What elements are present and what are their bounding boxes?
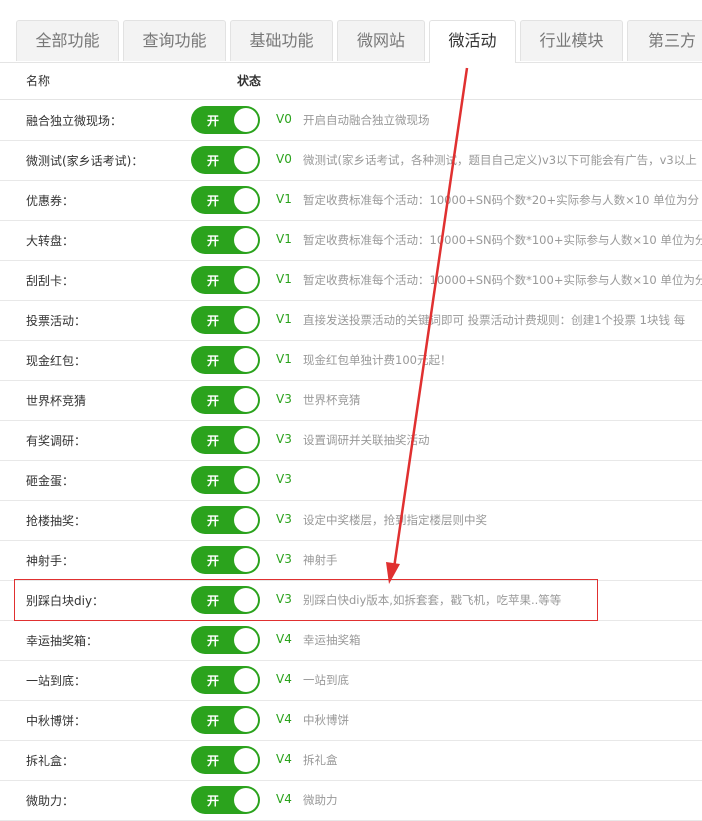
annotation-arrow — [386, 67, 469, 584]
